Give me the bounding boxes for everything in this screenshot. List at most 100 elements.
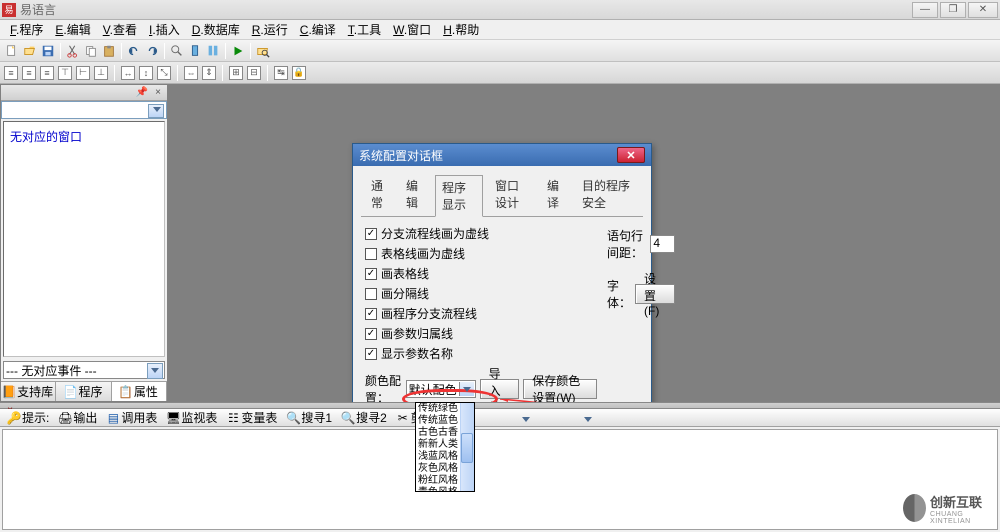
panel-header: 📌 × (1, 85, 167, 101)
checkbox-grid-dashed[interactable] (365, 248, 377, 260)
find-icon[interactable] (169, 43, 185, 59)
app-icon: 易 (2, 3, 16, 17)
bookmark2-icon[interactable] (205, 43, 221, 59)
checkbox-show-param-name[interactable]: ✓ (365, 348, 377, 360)
btab-search1[interactable]: 🔍搜寻1 (283, 409, 336, 426)
align-center-icon[interactable]: ≡ (22, 66, 36, 80)
panel-event-select[interactable]: --- 无对应事件 --- (3, 361, 165, 379)
menu-edit[interactable]: E.编辑 (49, 19, 96, 40)
cut-icon[interactable] (65, 43, 81, 59)
align-top-icon[interactable]: ⊤ (58, 66, 72, 80)
import-button[interactable]: 导入(I) (480, 379, 520, 399)
checkbox-label: 画参数归属线 (381, 325, 453, 342)
checkbox-draw-divider[interactable] (365, 288, 377, 300)
center-v-icon[interactable]: ⊟ (247, 66, 261, 80)
center-h-icon[interactable]: ⊞ (229, 66, 243, 80)
color-scheme-dropdown[interactable]: 传统绿色 传统蓝色 古色古香 新新人类 浅蓝风格 灰色风格 粉红风格 青色风格 … (415, 402, 475, 492)
tab-general[interactable]: 通常 (365, 174, 394, 216)
key-icon: 🔑 (8, 412, 20, 424)
bottom-tabs: 🔑提示: 🖨输出 ▤调用表 🖥监视表 ☷变量表 🔍搜寻1 🔍搜寻2 ✂剪辑历史 (0, 409, 1000, 427)
menu-compile[interactable]: C.编译 (294, 19, 342, 40)
menu-view[interactable]: V.查看 (97, 19, 143, 40)
menu-program[interactable]: F.程序 (4, 19, 49, 40)
tab-compile[interactable]: 编译 (541, 174, 570, 216)
lock-icon[interactable]: 🔒 (292, 66, 306, 80)
run-icon[interactable] (230, 43, 246, 59)
font-label: 字体： (607, 277, 631, 311)
panel-tab-program[interactable]: 📄程序 (56, 382, 111, 401)
dropdown-scrollbar[interactable] (460, 403, 474, 491)
btab-vars[interactable]: ☷变量表 (223, 409, 281, 426)
paste-icon[interactable] (101, 43, 117, 59)
dist-h-icon[interactable]: ⇔ (184, 66, 198, 80)
save-icon[interactable] (40, 43, 56, 59)
btab-hint[interactable]: 🔑提示: (4, 409, 53, 426)
bookmark-icon[interactable] (187, 43, 203, 59)
align-bottom-icon[interactable]: ⊥ (94, 66, 108, 80)
pin-icon[interactable]: 📌 (135, 87, 149, 99)
maximize-button[interactable]: ❐ (940, 2, 966, 18)
checkbox-draw-branch[interactable]: ✓ (365, 308, 377, 320)
secondary-toolbar: ≡ ≡ ≡ ⊤ ⊢ ⊥ ↔ ↕ ⤡ ⇔ ⇕ ⊞ ⊟ ↹ 🔒 (0, 62, 1000, 84)
logo-icon (903, 494, 926, 522)
tab-edit[interactable]: 编辑 (400, 174, 429, 216)
size-w-icon[interactable]: ↔ (121, 66, 135, 80)
btab-output[interactable]: 🖨输出 (55, 409, 101, 426)
checkbox-label: 表格线画为虚线 (381, 245, 465, 262)
size-h-icon[interactable]: ↕ (139, 66, 153, 80)
side-panel: 📌 × 无对应的窗口 --- 无对应事件 --- 📙支持库 📄程序 📋属性 (0, 84, 168, 402)
btab-calltable[interactable]: ▤调用表 (103, 409, 161, 426)
no-window-label: 无对应的窗口 (6, 124, 162, 149)
panel-top-select[interactable] (1, 101, 167, 119)
checkbox-label: 画表格线 (381, 265, 429, 282)
tab-order-icon[interactable]: ↹ (274, 66, 288, 80)
checkbox-branch-dashed[interactable]: ✓ (365, 228, 377, 240)
btab-search2[interactable]: 🔍搜寻2 (338, 409, 391, 426)
new-file-icon[interactable] (4, 43, 20, 59)
close-button[interactable]: ✕ (968, 2, 998, 18)
table-icon: ▤ (107, 412, 119, 424)
dialog-close-icon[interactable]: ✕ (617, 147, 645, 163)
tab-window-design[interactable]: 窗口设计 (489, 174, 535, 216)
panel-tabs: 📙支持库 📄程序 📋属性 (1, 381, 167, 401)
align-right-icon[interactable]: ≡ (40, 66, 54, 80)
btab-watch[interactable]: 🖥监视表 (163, 409, 221, 426)
panel-tab-properties[interactable]: 📋属性 (112, 382, 167, 401)
dialog-titlebar[interactable]: 系统配置对话框 ✕ (353, 144, 651, 166)
line-spacing-label: 语句行间距： (607, 227, 646, 261)
size-wh-icon[interactable]: ⤡ (157, 66, 171, 80)
save-color-button[interactable]: 保存颜色设置(W) (523, 379, 597, 399)
main-toolbar (0, 40, 1000, 62)
menu-database[interactable]: D.数据库 (186, 19, 246, 40)
panel-close-icon[interactable]: × (151, 87, 165, 99)
menu-window[interactable]: W.窗口 (387, 19, 437, 40)
menu-insert[interactable]: I.插入 (143, 19, 186, 40)
search-icon: 🔍 (342, 412, 354, 424)
line-spacing-input[interactable]: 4 (650, 235, 675, 253)
menu-tools[interactable]: T.工具 (342, 19, 387, 40)
tab-program-display[interactable]: 程序显示 (435, 175, 483, 217)
dist-v-icon[interactable]: ⇕ (202, 66, 216, 80)
title-bar: 易 易语言 — ❐ ✕ (0, 0, 1000, 20)
open-file-icon[interactable] (22, 43, 38, 59)
scissors-icon: ✂ (397, 412, 409, 424)
tab-security[interactable]: 目的程序安全 (576, 174, 639, 216)
menu-run[interactable]: R.运行 (246, 19, 294, 40)
checkbox-param-ownership[interactable]: ✓ (365, 328, 377, 340)
panel-tab-support[interactable]: 📙支持库 (1, 382, 56, 401)
checkbox-label: 画程序分支流程线 (381, 305, 477, 322)
font-settings-button[interactable]: 设置(F) (635, 284, 675, 304)
folder-search-icon[interactable] (255, 43, 271, 59)
align-middle-icon[interactable]: ⊢ (76, 66, 90, 80)
copy-icon[interactable] (83, 43, 99, 59)
checkbox-draw-grid[interactable]: ✓ (365, 268, 377, 280)
minimize-button[interactable]: — (912, 2, 938, 18)
menu-help[interactable]: H.帮助 (437, 19, 485, 40)
color-config-label: 颜色配置： (365, 372, 402, 406)
undo-icon[interactable] (126, 43, 142, 59)
scrollbar-thumb[interactable] (461, 433, 473, 463)
redo-icon[interactable] (144, 43, 160, 59)
align-left-icon[interactable]: ≡ (4, 66, 18, 80)
color-config-combo[interactable]: 默认配色 (406, 380, 476, 398)
panel-event-label: --- 无对应事件 --- (6, 362, 97, 379)
